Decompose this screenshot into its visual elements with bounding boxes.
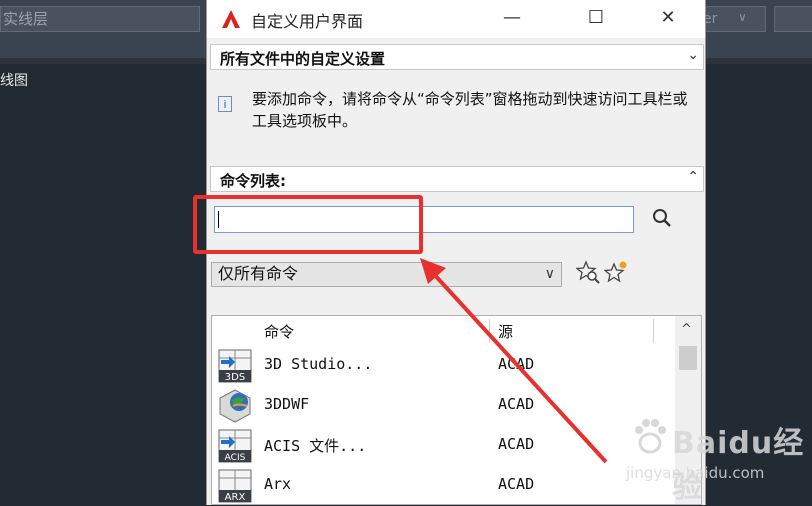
watermark-brand: Baidu经验	[672, 426, 805, 505]
scroll-up-icon[interactable]: ^	[681, 322, 692, 337]
acis-import-icon: ACIS	[218, 429, 252, 463]
close-button[interactable]: ✕	[645, 0, 691, 36]
table-row[interactable]: 3DDWF ACAD	[212, 386, 675, 426]
command-list-section-header[interactable]: 命令列表: ⌃	[210, 166, 704, 192]
command-name: ACIS 文件...	[264, 437, 367, 455]
column-divider[interactable]	[489, 319, 490, 343]
table-row[interactable]: 3DS 3D Studio... ACAD	[212, 346, 675, 386]
command-source: ACAD	[498, 395, 535, 413]
collapse-chevron-icon[interactable]: ⌃	[687, 169, 699, 185]
filter-value: 仅所有命令	[218, 264, 299, 283]
toolbar-dropdown-2[interactable]	[774, 6, 812, 32]
command-list-heading: 命令列表:	[220, 172, 286, 190]
arx-icon: ARX	[218, 469, 252, 503]
table-row[interactable]: ARX Arx ACAD	[212, 466, 675, 504]
title-bar[interactable]: 自定义用户界面 — ☐ ✕	[207, 0, 705, 38]
star-search-icon[interactable]	[576, 260, 600, 284]
column-header-source[interactable]: 源	[498, 321, 513, 342]
3ds-import-icon: 3DS	[218, 349, 252, 383]
svg-text:ARX: ARX	[225, 492, 246, 503]
viewport-label: 线图	[0, 73, 28, 89]
watermark-url: jingyan.baidu.com	[626, 464, 765, 482]
baidu-watermark: Baidu经验 jingyan.baidu.com	[626, 412, 806, 505]
command-name: 3D Studio...	[264, 355, 373, 373]
table-row[interactable]: ACIS ACIS 文件... ACAD	[212, 426, 675, 466]
3ddwf-globe-icon	[219, 389, 251, 423]
baidu-paw-icon	[635, 419, 666, 454]
command-name: 3DDWF	[264, 395, 310, 413]
dialog-title: 自定义用户界面	[251, 12, 364, 31]
column-divider[interactable]	[653, 319, 654, 343]
expand-chevron-icon[interactable]: ⌄	[687, 47, 699, 63]
search-icon[interactable]	[650, 206, 674, 230]
info-icon: i	[218, 96, 232, 112]
autocad-logo-icon	[222, 10, 240, 28]
maximize-button[interactable]: ☐	[573, 0, 619, 36]
toolbar-dropdown[interactable]: er	[700, 6, 766, 32]
command-source: ACAD	[498, 435, 535, 453]
svg-text:ACIS: ACIS	[225, 453, 246, 463]
command-filter-dropdown[interactable]: 仅所有命令 ∨	[211, 262, 562, 287]
chevron-down-icon: ∨	[544, 266, 555, 282]
command-source: ACAD	[498, 475, 535, 493]
customizations-heading: 所有文件中的自定义设置	[220, 50, 386, 68]
column-header-command[interactable]: 命令	[264, 321, 294, 342]
customizations-section-header[interactable]: 所有文件中的自定义设置 ⌄	[210, 44, 704, 70]
highlight-box	[193, 195, 423, 254]
command-source: ACAD	[498, 355, 535, 373]
scroll-thumb[interactable]	[679, 346, 697, 370]
table-header: 命令 源	[212, 316, 675, 346]
star-new-icon[interactable]	[604, 260, 628, 284]
layer-dropdown[interactable]: 实线层	[0, 6, 200, 32]
minimize-button[interactable]: —	[489, 0, 535, 36]
command-name: Arx	[264, 475, 292, 493]
info-panel: i 要添加命令，请将命令从“命令列表”窗格拖动到快速访问工具栏或工具选项板中。	[210, 78, 704, 162]
svg-text:3DS: 3DS	[225, 372, 245, 383]
info-text: 要添加命令，请将命令从“命令列表”窗格拖动到快速访问工具栏或工具选项板中。	[252, 90, 688, 130]
chevron-down-icon: ∨	[738, 10, 747, 24]
